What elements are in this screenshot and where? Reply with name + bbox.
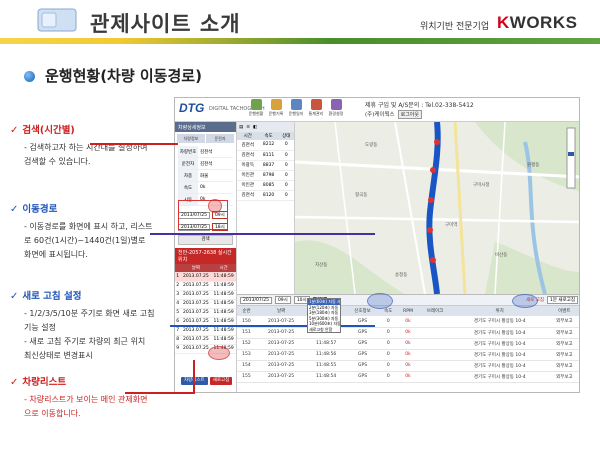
list-item[interactable]: 김천석 8120 0 [237, 190, 294, 201]
table-row[interactable]: 155 2013-07-25 11:48:54 GPS 0 0k 경기도 구미시 황상동 1… [237, 371, 579, 383]
user-info: (주)케이웍스 [365, 112, 395, 118]
vehicle-info-form: 차량번호 김천석 운전자 김천석 차종 화물 속도 0k 시동 0k [175, 145, 236, 207]
tab-vehicle-info[interactable]: 차량정보 [177, 134, 205, 143]
map-label: 비산동 [495, 253, 508, 258]
annotation-vehicle-list: ✓ 차량리스트 - 차량리스트가 보이는 메인 관제화면 으로 이동합니다. [10, 377, 148, 418]
annotation-search: ✓ 검색(시간별) - 검색하고자 하는 시간대를 설정하여 검색할 수 있습니다… [10, 125, 148, 166]
refresh-button[interactable]: 새로고침 [209, 377, 233, 385]
slide-header: 관제사이트 소개 위치기반 전문기업 KWORKS [0, 0, 600, 44]
menu-operation-record[interactable]: 운행기록 [267, 99, 285, 120]
list-item[interactable]: 이광득 8837 0 [237, 160, 294, 171]
tab-driver[interactable]: 운전자 [206, 134, 234, 143]
list-icon: ≡ [246, 124, 251, 130]
table-row[interactable]: 1512013-07-2511:48:58GPS00k경기도 구미시 황상동 1… [237, 327, 579, 339]
log-date-input[interactable]: 2013/07/25 [240, 296, 272, 304]
refresh-highlight [367, 293, 393, 309]
header-divider [0, 38, 600, 44]
sidebar-title: 차량상세정보 [175, 122, 236, 132]
table-row[interactable]: 154 2013-07-25 11:48:55 GPS 0 0k 경기도 구미시 황상동 1… [237, 360, 579, 372]
table-row[interactable]: 153 2013-07-25 11:48:56 GPS 0 0k 경기도 구미시 황상동 1… [237, 349, 579, 361]
map-label: 송정동 [395, 273, 408, 278]
arrow-search [90, 143, 178, 145]
map-label: 형곡동 [355, 193, 368, 198]
list-item[interactable]: 김천석 8212 0 [237, 140, 294, 151]
vehicle-list-table: 시간 속도 상태 김천석 8212 0 김천석 8111 0 이광득 8837 0 이인관 8… [237, 132, 294, 201]
map-label: 도량동 [365, 143, 378, 148]
refresh-select-highlight [512, 294, 538, 308]
dropdown-option[interactable]: 새로고침 안함 [308, 327, 340, 333]
table-row[interactable]: 7 2013.07.25 11:48:59 [175, 326, 236, 336]
table-row[interactable]: 8 2013.07.25 11:48:59 [175, 335, 236, 345]
map-icon: ◧ [253, 124, 258, 130]
table-row[interactable]: 2 2013.07.25 11:48:59 [175, 281, 236, 291]
slide-title: 관제사이트 소개 [90, 12, 241, 36]
menu-operation-status[interactable]: 운행현황 [247, 99, 265, 120]
search-highlight-dot [208, 199, 222, 213]
map-label: 구미시청 [473, 183, 490, 188]
refresh-select[interactable]: 1분 새로고침 [547, 296, 578, 304]
dropdown-option[interactable]: 1분(60초) 자동 새로고침 [308, 299, 340, 305]
route-time-table: 날짜 시간 1 2013.07.25 11:48:59 2 2013.07.25 11:… [175, 264, 236, 354]
dropdown-option[interactable]: 10분(600초) 자동 새로고침 [308, 321, 340, 327]
refresh-interval-dropdown[interactable]: 1분(60초) 자동 새로고침 2분(120초) 자동 새로고침 3분(180초… [307, 298, 341, 333]
list-item[interactable]: 김천석 8111 0 [237, 150, 294, 161]
title-badge-icon [37, 8, 77, 32]
dropdown-option[interactable]: 3분(180초) 자동 새로고침 [308, 310, 340, 316]
check-icon: ✓ [10, 204, 19, 215]
menu-settings[interactable]: 환경설정 [327, 99, 345, 120]
table-row[interactable]: 3 2013.07.25 11:48:59 [175, 290, 236, 300]
app-topbar: DTG DIGITAL TACHOGRAPH 운행현황 운행기록 운행일지 통계… [175, 98, 579, 122]
check-icon: ✓ [10, 377, 19, 388]
check-icon: ✓ [10, 125, 19, 136]
top-menu: 운행현황 운행기록 운행일지 통계관리 환경설정 [247, 99, 345, 120]
arrow-vehicle-list-vertical [193, 360, 195, 393]
annotation-refresh: ✓ 새로 고침 설정 - 1/2/3/5/10분 주기로 화면 새로 고침 기능 … [10, 291, 155, 360]
arrow-route [150, 233, 375, 235]
map-canvas [295, 122, 579, 294]
arrow-refresh [170, 325, 375, 327]
route-map[interactable]: 구미시청 원평동 구미역 형곡동 도량동 지산동 비산동 송정동 [295, 122, 579, 294]
check-icon: ✓ [10, 291, 19, 302]
section-title: 운행현황(차량 이동경로) [45, 67, 202, 85]
map-label: 원평동 [527, 163, 540, 168]
menu-operation-log[interactable]: 운행일지 [287, 99, 305, 120]
list-item[interactable]: 이인관 8085 0 [237, 180, 294, 191]
brand-logo: KWORKS [497, 13, 578, 32]
vehicle-list-highlight [208, 346, 230, 360]
table-row[interactable]: 152 2013-07-25 11:48:57 GPS 0 0k 경기도 구미시 황상동 1… [237, 338, 579, 350]
zoom-control[interactable] [566, 127, 576, 189]
logout-button[interactable]: 로그아웃 [397, 110, 422, 119]
route-log-panel: 2013/07/25 09시 10시 검색 새로 고침 1분 새로고침 순번 날… [237, 294, 579, 392]
map-label: 지산동 [315, 263, 328, 268]
log-hour-start-select[interactable]: 09시 [274, 296, 291, 304]
map-label: 구미역 [445, 223, 458, 228]
arrow-vehicle-list [125, 392, 195, 394]
filter-icon: ▤ [239, 124, 244, 130]
app-screenshot: DTG DIGITAL TACHOGRAPH 운행현황 운행기록 운행일지 통계… [174, 97, 580, 393]
table-row[interactable]: 5 2013.07.25 11:48:59 [175, 308, 236, 318]
dtg-logo: DTG [179, 101, 205, 115]
vehicle-banner: 천안-2057-2638 실시간 위치 [175, 248, 236, 264]
vehicle-list-panel: ▤ ≡ ◧ 시간 속도 상태 김천석 8212 0 김천석 8111 0 이광득 8837 0 … [237, 122, 295, 294]
search-button[interactable]: 검색 [178, 235, 233, 245]
company-contact: 제휴 구입 및 A/S문의 : Tel.02-338-5412 [365, 102, 474, 109]
route-log-table: 순번 날짜 시간 신호정보 속도 RPM 브레이크 위치 이벤트 1502013… [237, 306, 579, 383]
section-bullet-icon [24, 71, 35, 82]
table-row[interactable]: 4 2013.07.25 11:48:59 [175, 299, 236, 309]
menu-statistics[interactable]: 통계관리 [307, 99, 325, 120]
table-row[interactable]: 1 2013.07.25 11:48:59 [175, 272, 236, 282]
list-item[interactable]: 이인관 8798 0 [237, 170, 294, 181]
company-tagline: 위치기반 전문기업 [420, 22, 490, 32]
